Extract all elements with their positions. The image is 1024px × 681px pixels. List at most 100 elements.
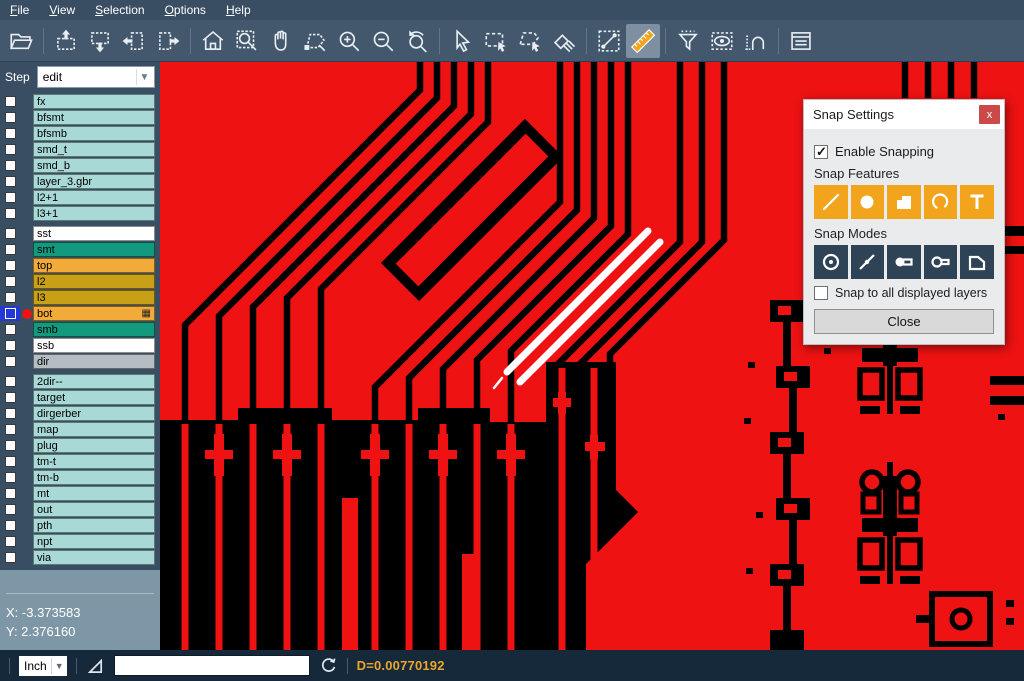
paste-down-icon[interactable] [83, 24, 117, 58]
layer-bar[interactable]: dirgerber [33, 406, 155, 421]
measure-input[interactable] [114, 655, 310, 676]
layer-bar[interactable]: sst [33, 226, 155, 241]
filter-icon[interactable] [671, 24, 705, 58]
layer-checkbox-cell[interactable] [0, 258, 20, 273]
layer-checkbox-cell[interactable] [0, 354, 20, 369]
layer-bar[interactable]: via [33, 550, 155, 565]
layer-checkbox[interactable] [5, 376, 16, 387]
layer-bar[interactable]: layer_3.gbr [33, 174, 155, 189]
layer-checkbox-cell[interactable] [0, 322, 20, 337]
snap-surface-button[interactable] [887, 185, 921, 219]
snap-midpoint-button[interactable] [851, 245, 885, 279]
layer-checkbox[interactable] [5, 160, 16, 171]
measure-ruler-icon[interactable] [626, 24, 660, 58]
snap-pad-slot-filled-button[interactable] [887, 245, 921, 279]
layer-checkbox[interactable] [5, 356, 16, 367]
layer-bar[interactable]: l2 [33, 274, 155, 289]
unit-select[interactable]: Inch ▼ [19, 656, 67, 676]
layer-checkbox[interactable] [5, 536, 16, 547]
panel-list-icon[interactable] [784, 24, 818, 58]
layer-checkbox-cell[interactable] [0, 470, 20, 485]
layer-bar[interactable]: 2dir-- [33, 374, 155, 389]
enable-snapping-checkbox[interactable] [814, 145, 828, 159]
step-select[interactable]: edit ▼ [37, 66, 155, 88]
open-folder-icon[interactable] [4, 24, 38, 58]
layer-checkbox[interactable] [5, 488, 16, 499]
paste-right-icon[interactable] [151, 24, 185, 58]
snap-text-button[interactable] [960, 185, 994, 219]
layer-checkbox-cell[interactable] [0, 390, 20, 405]
layer-bar[interactable]: ssb [33, 338, 155, 353]
menu-file[interactable]: File [10, 3, 29, 17]
layer-checkbox[interactable] [5, 128, 16, 139]
snap-magnet-icon[interactable] [739, 24, 773, 58]
layer-checkbox[interactable] [5, 424, 16, 435]
menu-help[interactable]: Help [226, 3, 251, 17]
layer-checkbox[interactable] [5, 440, 16, 451]
layer-checkbox-cell[interactable] [0, 518, 20, 533]
layer-checkbox-cell[interactable] [0, 374, 20, 389]
layer-checkbox-cell[interactable] [0, 438, 20, 453]
layer-bar[interactable]: npt [33, 534, 155, 549]
snap-contour-button[interactable] [960, 245, 994, 279]
layer-bar[interactable]: target [33, 390, 155, 405]
angle-measure-icon[interactable] [86, 656, 105, 675]
layer-checkbox[interactable] [5, 276, 16, 287]
close-button[interactable]: Close [814, 309, 994, 334]
snap-line-button[interactable] [814, 185, 848, 219]
layer-checkbox[interactable] [5, 144, 16, 155]
layer-checkbox[interactable] [5, 112, 16, 123]
layer-checkbox-cell[interactable] [0, 486, 20, 501]
layer-checkbox[interactable] [5, 520, 16, 531]
layer-checkbox[interactable] [5, 324, 16, 335]
snap-arc-button[interactable] [924, 185, 958, 219]
layer-checkbox-cell[interactable] [0, 110, 20, 125]
snap-all-layers-checkbox[interactable] [814, 286, 828, 300]
layer-checkbox[interactable] [5, 408, 16, 419]
layer-bar[interactable]: plug [33, 438, 155, 453]
select-pointer-icon[interactable] [445, 24, 479, 58]
paste-up-icon[interactable] [49, 24, 83, 58]
layer-bar[interactable]: top [33, 258, 155, 273]
layer-checkbox[interactable] [5, 260, 16, 271]
paste-left-icon[interactable] [117, 24, 151, 58]
layer-bar[interactable]: mt [33, 486, 155, 501]
layer-checkbox-cell[interactable] [0, 454, 20, 469]
layer-bar[interactable]: l3+1 [33, 206, 155, 221]
layer-bar[interactable]: bfsmt [33, 110, 155, 125]
snap-circle-button[interactable] [851, 185, 885, 219]
menu-selection[interactable]: Selection [95, 3, 144, 17]
layer-bar[interactable]: out [33, 502, 155, 517]
layer-checkbox-cell[interactable] [0, 142, 20, 157]
layer-checkbox[interactable] [5, 456, 16, 467]
layer-checkbox[interactable] [5, 228, 16, 239]
layer-checkbox-cell[interactable] [0, 242, 20, 257]
layer-checkbox-cell[interactable] [0, 338, 20, 353]
layer-checkbox[interactable] [5, 340, 16, 351]
layer-checkbox-cell[interactable] [0, 306, 20, 321]
snap-all-layers-row[interactable]: Snap to all displayed layers [814, 286, 994, 300]
layer-bar[interactable]: l3 [33, 290, 155, 305]
measure-distance-icon[interactable] [592, 24, 626, 58]
layer-checkbox-cell[interactable] [0, 158, 20, 173]
layer-checkbox-cell[interactable] [0, 290, 20, 305]
layer-checkbox-cell[interactable] [0, 274, 20, 289]
layer-bar[interactable]: tm-t [33, 454, 155, 469]
layer-checkbox-cell[interactable] [0, 174, 20, 189]
pan-hand-icon[interactable] [264, 24, 298, 58]
layer-checkbox-cell[interactable] [0, 534, 20, 549]
layer-bar[interactable]: l2+1 [33, 190, 155, 205]
layer-checkbox-cell[interactable] [0, 190, 20, 205]
zoom-out-icon[interactable] [366, 24, 400, 58]
layer-checkbox-cell[interactable] [0, 206, 20, 221]
layer-checkbox[interactable] [5, 244, 16, 255]
layer-checkbox-cell[interactable] [0, 94, 20, 109]
layer-checkbox[interactable] [5, 552, 16, 563]
layer-checkbox[interactable] [5, 472, 16, 483]
layer-checkbox-cell[interactable] [0, 502, 20, 517]
layer-checkbox[interactable] [5, 96, 16, 107]
enable-snapping-row[interactable]: Enable Snapping [814, 144, 994, 159]
layer-checkbox[interactable] [5, 504, 16, 515]
refresh-icon[interactable] [319, 656, 338, 675]
layer-checkbox-cell[interactable] [0, 406, 20, 421]
